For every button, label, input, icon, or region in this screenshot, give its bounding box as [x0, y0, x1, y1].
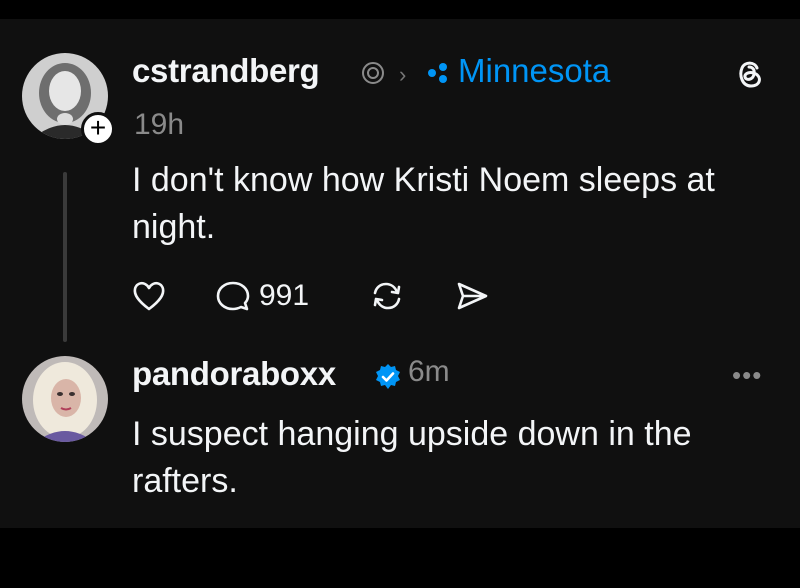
reply-icon: [216, 281, 250, 311]
share-button[interactable]: [455, 276, 489, 316]
follow-plus-icon[interactable]: +: [81, 112, 115, 146]
threads-logo-icon[interactable]: [732, 56, 768, 97]
heart-icon: [133, 281, 165, 311]
bottom-bar: [0, 528, 800, 588]
community-icon: [426, 61, 452, 90]
post-username[interactable]: cstrandberg: [132, 52, 320, 90]
reply-username[interactable]: pandoraboxx: [132, 355, 336, 393]
top-bar: [0, 0, 800, 19]
post-text: I don't know how Kristi Noem sleeps at n…: [132, 161, 715, 246]
community-link[interactable]: Minnesota: [458, 52, 610, 90]
post-time: 19h: [134, 108, 185, 141]
repost-icon: [373, 282, 401, 310]
ring-icon: [360, 60, 386, 91]
reply-count: 991: [259, 279, 310, 312]
reply-text: I suspect hanging upside down in the raf…: [132, 415, 692, 500]
avatar-pandoraboxx[interactable]: [22, 356, 108, 442]
repost-button[interactable]: [370, 276, 404, 316]
thread-line: [63, 172, 67, 342]
share-icon: [457, 282, 488, 310]
more-options-icon[interactable]: •••: [732, 360, 762, 391]
like-button[interactable]: [132, 276, 166, 316]
reply-time: 6m: [408, 355, 450, 388]
reply-button[interactable]: 991: [215, 276, 309, 316]
verified-icon: [373, 362, 403, 397]
chevron-right-icon: ›: [399, 62, 407, 87]
